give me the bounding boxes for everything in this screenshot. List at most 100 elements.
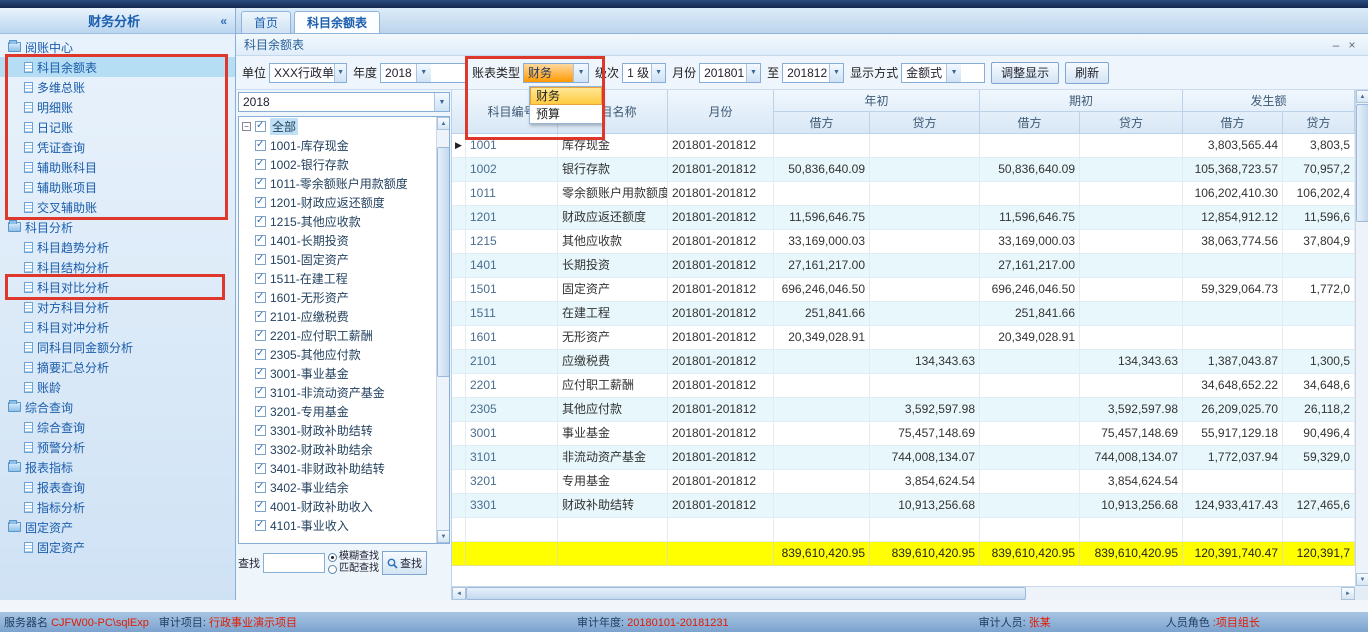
month-from-select[interactable]: 201801 ▼ bbox=[699, 63, 761, 83]
checkbox-checked-icon[interactable] bbox=[255, 501, 266, 512]
checkbox-checked-icon[interactable] bbox=[255, 159, 266, 170]
table-row[interactable]: 2305 其他应付款 201801-201812 3,592,597.98 3,… bbox=[452, 398, 1355, 422]
sidebar-item[interactable]: 报表指标 bbox=[0, 457, 235, 477]
sidebar-item[interactable]: 同科目同金额分析 bbox=[0, 337, 235, 357]
checkbox-checked-icon[interactable] bbox=[255, 444, 266, 455]
table-row[interactable]: 3001 事业基金 201801-201812 75,457,148.69 75… bbox=[452, 422, 1355, 446]
sidebar-item[interactable]: 科目余额表 bbox=[0, 57, 235, 77]
tree-scrollbar[interactable]: ▲ ▼ bbox=[436, 117, 449, 543]
tree-node[interactable]: 3401-非财政补助结转 bbox=[239, 459, 449, 478]
search-input[interactable] bbox=[263, 553, 325, 573]
table-row[interactable]: 1011 零余额账户用款额度 201801-201812 106,202,410… bbox=[452, 182, 1355, 206]
sidebar-item[interactable]: 科目对比分析 bbox=[0, 277, 235, 297]
tree-node[interactable]: 1501-固定资产 bbox=[239, 250, 449, 269]
sidebar-item[interactable]: 固定资产 bbox=[0, 537, 235, 557]
scroll-left-icon[interactable]: ◄ bbox=[452, 587, 466, 600]
sidebar-item[interactable]: 科目趋势分析 bbox=[0, 237, 235, 257]
sidebar-item[interactable]: 阅账中心 bbox=[0, 37, 235, 57]
tree-node[interactable]: 1601-无形资产 bbox=[239, 288, 449, 307]
adjust-display-button[interactable]: 调整显示 bbox=[991, 62, 1059, 84]
level-select[interactable]: 1 级 ▼ bbox=[622, 63, 666, 83]
tab-account-balance[interactable]: 科目余额表 bbox=[294, 11, 380, 33]
checkbox-checked-icon[interactable] bbox=[255, 368, 266, 379]
sidebar-collapse-icon[interactable]: « bbox=[220, 14, 227, 28]
tree-scrollbar-thumb[interactable] bbox=[437, 147, 450, 377]
scroll-right-icon[interactable]: ► bbox=[1341, 587, 1355, 600]
year-select[interactable]: 2018 ▼ bbox=[380, 63, 466, 83]
tree-node[interactable]: 3301-财政补助结转 bbox=[239, 421, 449, 440]
table-row[interactable] bbox=[452, 518, 1355, 542]
checkbox-checked-icon[interactable] bbox=[255, 311, 266, 322]
table-row[interactable]: 1002 银行存款 201801-201812 50,836,640.09 50… bbox=[452, 158, 1355, 182]
tree-node[interactable]: 3201-专用基金 bbox=[239, 402, 449, 421]
table-row[interactable]: ▶ 1001 库存现金 201801-201812 3,803,565.44 3… bbox=[452, 134, 1355, 158]
display-mode-select[interactable]: 金额式 ▼ bbox=[901, 63, 985, 83]
scroll-down-icon[interactable]: ▼ bbox=[437, 530, 450, 543]
sidebar-item[interactable]: 交叉辅助账 bbox=[0, 197, 235, 217]
sidebar-item[interactable]: 凭证查询 bbox=[0, 137, 235, 157]
checkbox-checked-icon[interactable] bbox=[255, 121, 266, 132]
sidebar-item[interactable]: 多维总账 bbox=[0, 77, 235, 97]
checkbox-checked-icon[interactable] bbox=[255, 216, 266, 227]
month-to-select[interactable]: 201812 ▼ bbox=[782, 63, 844, 83]
radio-fuzzy-search[interactable]: 模糊查找 bbox=[328, 551, 379, 563]
checkbox-checked-icon[interactable] bbox=[255, 235, 266, 246]
scroll-up-icon[interactable]: ▲ bbox=[437, 117, 450, 130]
tab-home[interactable]: 首页 bbox=[241, 11, 291, 33]
dropdown-option-budget[interactable]: 预算 bbox=[530, 105, 602, 123]
sidebar-item[interactable]: 对方科目分析 bbox=[0, 297, 235, 317]
sidebar-item[interactable]: 科目对冲分析 bbox=[0, 317, 235, 337]
checkbox-checked-icon[interactable] bbox=[255, 292, 266, 303]
radio-exact-search[interactable]: 匹配查找 bbox=[328, 563, 379, 575]
checkbox-checked-icon[interactable] bbox=[255, 273, 266, 284]
checkbox-checked-icon[interactable] bbox=[255, 463, 266, 474]
tree-node[interactable]: 1401-长期投资 bbox=[239, 231, 449, 250]
checkbox-checked-icon[interactable] bbox=[255, 349, 266, 360]
sidebar-item[interactable]: 固定资产 bbox=[0, 517, 235, 537]
tree-root-node[interactable]: − 全部 bbox=[239, 117, 449, 136]
table-horizontal-scrollbar[interactable]: ◄ ► bbox=[452, 586, 1355, 600]
checkbox-checked-icon[interactable] bbox=[255, 178, 266, 189]
tree-node[interactable]: 3101-非流动资产基金 bbox=[239, 383, 449, 402]
sidebar-item[interactable]: 综合查询 bbox=[0, 397, 235, 417]
sidebar-item[interactable]: 指标分析 bbox=[0, 497, 235, 517]
table-row[interactable]: 1215 其他应收款 201801-201812 33,169,000.03 3… bbox=[452, 230, 1355, 254]
table-row[interactable]: 3201 专用基金 201801-201812 3,854,624.54 3,8… bbox=[452, 470, 1355, 494]
table-vertical-scrollbar[interactable]: ▲ ▼ bbox=[1355, 90, 1368, 586]
sidebar-item[interactable]: 科目结构分析 bbox=[0, 257, 235, 277]
sidebar-item[interactable]: 综合查询 bbox=[0, 417, 235, 437]
unit-select[interactable]: XXX行政单位 ▼ bbox=[269, 63, 347, 83]
checkbox-checked-icon[interactable] bbox=[255, 406, 266, 417]
tree-node[interactable]: 1001-库存现金 bbox=[239, 136, 449, 155]
table-scrollbar-thumb[interactable] bbox=[1356, 104, 1368, 222]
table-row[interactable]: 3101 非流动资产基金 201801-201812 744,008,134.0… bbox=[452, 446, 1355, 470]
search-button[interactable]: 查找 bbox=[382, 551, 427, 575]
tree-node[interactable]: 1511-在建工程 bbox=[239, 269, 449, 288]
tree-node[interactable]: 1002-银行存款 bbox=[239, 155, 449, 174]
tree-node[interactable]: 2101-应缴税费 bbox=[239, 307, 449, 326]
sidebar-item[interactable]: 日记账 bbox=[0, 117, 235, 137]
tree-node[interactable]: 2201-应付职工薪酬 bbox=[239, 326, 449, 345]
checkbox-checked-icon[interactable] bbox=[255, 330, 266, 341]
table-row[interactable]: 1511 在建工程 201801-201812 251,841.66 251,8… bbox=[452, 302, 1355, 326]
checkbox-checked-icon[interactable] bbox=[255, 387, 266, 398]
ledger-type-select[interactable]: 财务 ▼ bbox=[523, 63, 589, 83]
sidebar-item[interactable]: 辅助账项目 bbox=[0, 177, 235, 197]
table-row[interactable]: 2201 应付职工薪酬 201801-201812 34,648,652.22 … bbox=[452, 374, 1355, 398]
sidebar-item[interactable]: 账龄 bbox=[0, 377, 235, 397]
sidebar-item[interactable]: 明细账 bbox=[0, 97, 235, 117]
table-row[interactable]: 1601 无形资产 201801-201812 20,349,028.91 20… bbox=[452, 326, 1355, 350]
minimize-icon[interactable]: – bbox=[1328, 38, 1344, 52]
tree-node[interactable]: 4001-财政补助收入 bbox=[239, 497, 449, 516]
tree-node[interactable]: 2305-其他应付款 bbox=[239, 345, 449, 364]
sidebar-item[interactable]: 科目分析 bbox=[0, 217, 235, 237]
close-icon[interactable]: × bbox=[1344, 38, 1360, 52]
checkbox-checked-icon[interactable] bbox=[255, 197, 266, 208]
sidebar-item[interactable]: 报表查询 bbox=[0, 477, 235, 497]
collapse-expander-icon[interactable]: − bbox=[242, 122, 251, 131]
table-row[interactable]: 3301 财政补助结转 201801-201812 10,913,256.68 … bbox=[452, 494, 1355, 518]
scroll-up-icon[interactable]: ▲ bbox=[1356, 90, 1368, 103]
checkbox-checked-icon[interactable] bbox=[255, 520, 266, 531]
tree-node[interactable]: 4101-事业收入 bbox=[239, 516, 449, 535]
sidebar-item[interactable]: 摘要汇总分析 bbox=[0, 357, 235, 377]
